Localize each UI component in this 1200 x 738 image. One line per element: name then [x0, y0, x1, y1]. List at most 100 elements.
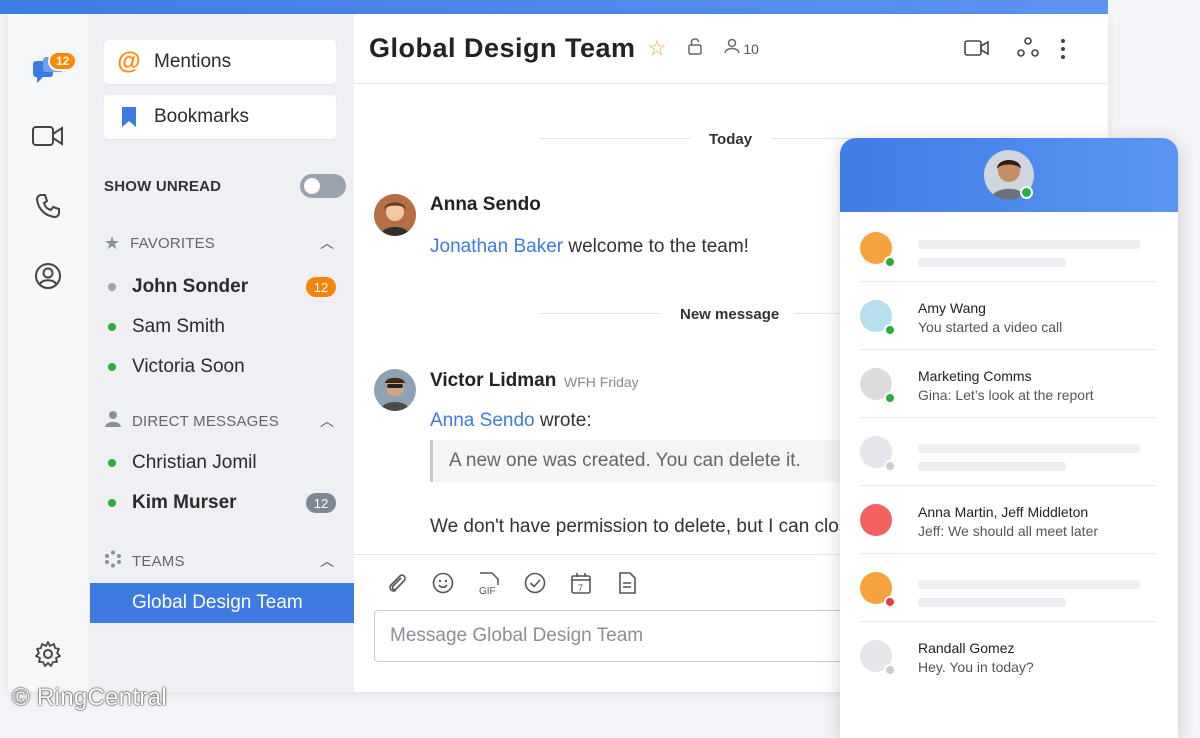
mobile-conversation-item[interactable]: [860, 554, 1156, 622]
chevron-up-icon[interactable]: ︿: [320, 551, 334, 571]
mentions-button[interactable]: @ Mentions: [104, 40, 336, 84]
bookmark-icon: [104, 106, 154, 128]
mobile-conversation-item[interactable]: [860, 214, 1156, 282]
status-dot: [108, 323, 116, 331]
bookmarks-button[interactable]: Bookmarks: [104, 95, 336, 139]
presence-dot: [884, 324, 896, 336]
show-unread-toggle[interactable]: [300, 174, 346, 198]
phone-nav-button[interactable]: [30, 190, 66, 226]
mobile-app-overlay: Amy Wang You started a video call Marketin…: [840, 138, 1178, 738]
team-item-global-design-team[interactable]: Global Design Team: [90, 583, 354, 623]
attachment-icon[interactable]: [384, 570, 410, 596]
status-dot: [108, 283, 116, 291]
members-icon[interactable]: [724, 38, 741, 59]
dm-item-christian-jomil[interactable]: Christian Jomil: [104, 450, 344, 476]
contacts-nav-button[interactable]: [30, 260, 66, 296]
placeholder-line: [918, 580, 1140, 589]
contact-name: Kim Murser: [132, 492, 237, 513]
mobile-conversation-item[interactable]: Marketing Comms Gina: Let’s look at the r…: [860, 350, 1156, 418]
svg-text:7: 7: [578, 583, 583, 593]
avatar-victor-lidman[interactable]: [374, 369, 416, 411]
person-icon: [104, 410, 122, 433]
dm-item-kim-murser[interactable]: Kim Murser 12: [104, 490, 344, 516]
teams-header[interactable]: TEAMS ︿: [104, 550, 344, 572]
message-input[interactable]: Message Global Design Team: [374, 610, 874, 662]
favorites-header[interactable]: ★ FAVORITES ︿: [104, 232, 344, 254]
more-options-icon[interactable]: [1060, 38, 1066, 65]
top-gradient-bar: [0, 0, 1108, 14]
mention-link[interactable]: Jonathan Baker: [430, 236, 563, 257]
teams-dots-icon: [104, 550, 122, 573]
favorite-item-victoria-soon[interactable]: Victoria Soon: [104, 354, 344, 380]
unread-count-badge: 12: [306, 277, 336, 297]
conversation-name: Anna Martin, Jeff Middleton: [918, 504, 1089, 520]
member-count: 10: [743, 40, 759, 57]
task-check-icon[interactable]: [522, 570, 548, 596]
conversation-name: Randall Gomez: [918, 640, 1015, 656]
mobile-conversation-item[interactable]: [860, 418, 1156, 486]
bookmarks-label: Bookmarks: [154, 106, 250, 127]
settings-button[interactable]: [30, 638, 66, 674]
left-rail: 12: [8, 14, 90, 692]
conversation-preview: Gina: Let’s look at the report: [918, 387, 1094, 403]
lock-open-icon[interactable]: [688, 37, 703, 60]
placeholder-line: [918, 444, 1140, 453]
status-dot: [108, 363, 116, 371]
video-call-icon[interactable]: [964, 39, 990, 62]
contact-name: John Sonder: [132, 276, 249, 297]
video-nav-button[interactable]: [30, 120, 66, 156]
conversation-title: Global Design Team: [369, 33, 636, 63]
mobile-conversation-item[interactable]: Randall Gomez Hey. You in today?: [860, 622, 1156, 690]
conversation-preview: Hey. You in today?: [918, 659, 1034, 675]
svg-text:GIF: GIF: [479, 586, 496, 595]
gif-icon[interactable]: GIF: [476, 570, 502, 596]
sender-name[interactable]: Victor Lidman: [430, 370, 556, 392]
placeholder-line: [918, 240, 1140, 249]
emoji-icon[interactable]: [430, 570, 456, 596]
contact-name: Sam Smith: [132, 316, 225, 337]
conversation-name: Marketing Comms: [918, 368, 1032, 384]
avatar: [860, 504, 892, 536]
contact-name: Victoria Soon: [132, 356, 245, 377]
favorite-item-john-sonder[interactable]: John Sonder 12: [104, 274, 344, 300]
gear-icon: [34, 640, 62, 673]
chevron-up-icon[interactable]: ︿: [320, 233, 334, 253]
show-unread-label: SHOW UNREAD: [104, 177, 222, 195]
favorites-title: FAVORITES: [130, 234, 216, 252]
direct-messages-header[interactable]: DIRECT MESSAGES ︿: [104, 410, 344, 432]
direct-messages-title: DIRECT MESSAGES: [132, 412, 279, 430]
favorite-item-sam-smith[interactable]: Sam Smith: [104, 314, 344, 340]
at-sign-icon: @: [117, 48, 141, 75]
mobile-conversation-item[interactable]: Amy Wang You started a video call: [860, 282, 1156, 350]
conversation-sidebar: @ Mentions Bookmarks SHOW UNREAD ★ FAVOR…: [90, 14, 354, 692]
status-dot: [108, 459, 116, 467]
status-meta: WFH Friday: [564, 374, 639, 390]
quoted-message: A new one was created. You can delete it…: [430, 440, 850, 482]
message-text: We don't have permission to delete, but …: [430, 516, 869, 537]
composer-toolbar: GIF 7: [384, 570, 640, 596]
calendar-icon[interactable]: 7: [568, 570, 594, 596]
divider-line: [540, 313, 660, 314]
message-body: wrote:: [534, 410, 592, 431]
teams-title: TEAMS: [132, 552, 185, 570]
presence-dot: [884, 664, 896, 676]
unread-badge: 12: [48, 51, 78, 71]
mention-link[interactable]: Anna Sendo: [430, 410, 535, 431]
unread-count-badge: 12: [306, 493, 336, 513]
favorite-star-icon[interactable]: ☆: [648, 36, 667, 61]
placeholder-line: [918, 258, 1066, 267]
contact-name: Christian Jomil: [132, 452, 257, 473]
conversation-header: Global Design Team ☆ 10: [354, 14, 1108, 84]
conference-icon[interactable]: [1016, 36, 1040, 65]
presence-dot: [884, 596, 896, 608]
chevron-up-icon[interactable]: ︿: [320, 411, 334, 431]
note-icon[interactable]: [614, 570, 640, 596]
phone-icon: [35, 193, 61, 224]
presence-online-dot: [1020, 186, 1033, 199]
sender-name[interactable]: Anna Sendo: [430, 194, 541, 216]
avatar-anna-sendo[interactable]: [374, 194, 416, 236]
presence-dot: [884, 392, 896, 404]
watermark: © RingCentral: [12, 684, 167, 711]
status-dot: [108, 499, 116, 507]
mobile-conversation-item[interactable]: Anna Martin, Jeff Middleton Jeff: We shou…: [860, 486, 1156, 554]
